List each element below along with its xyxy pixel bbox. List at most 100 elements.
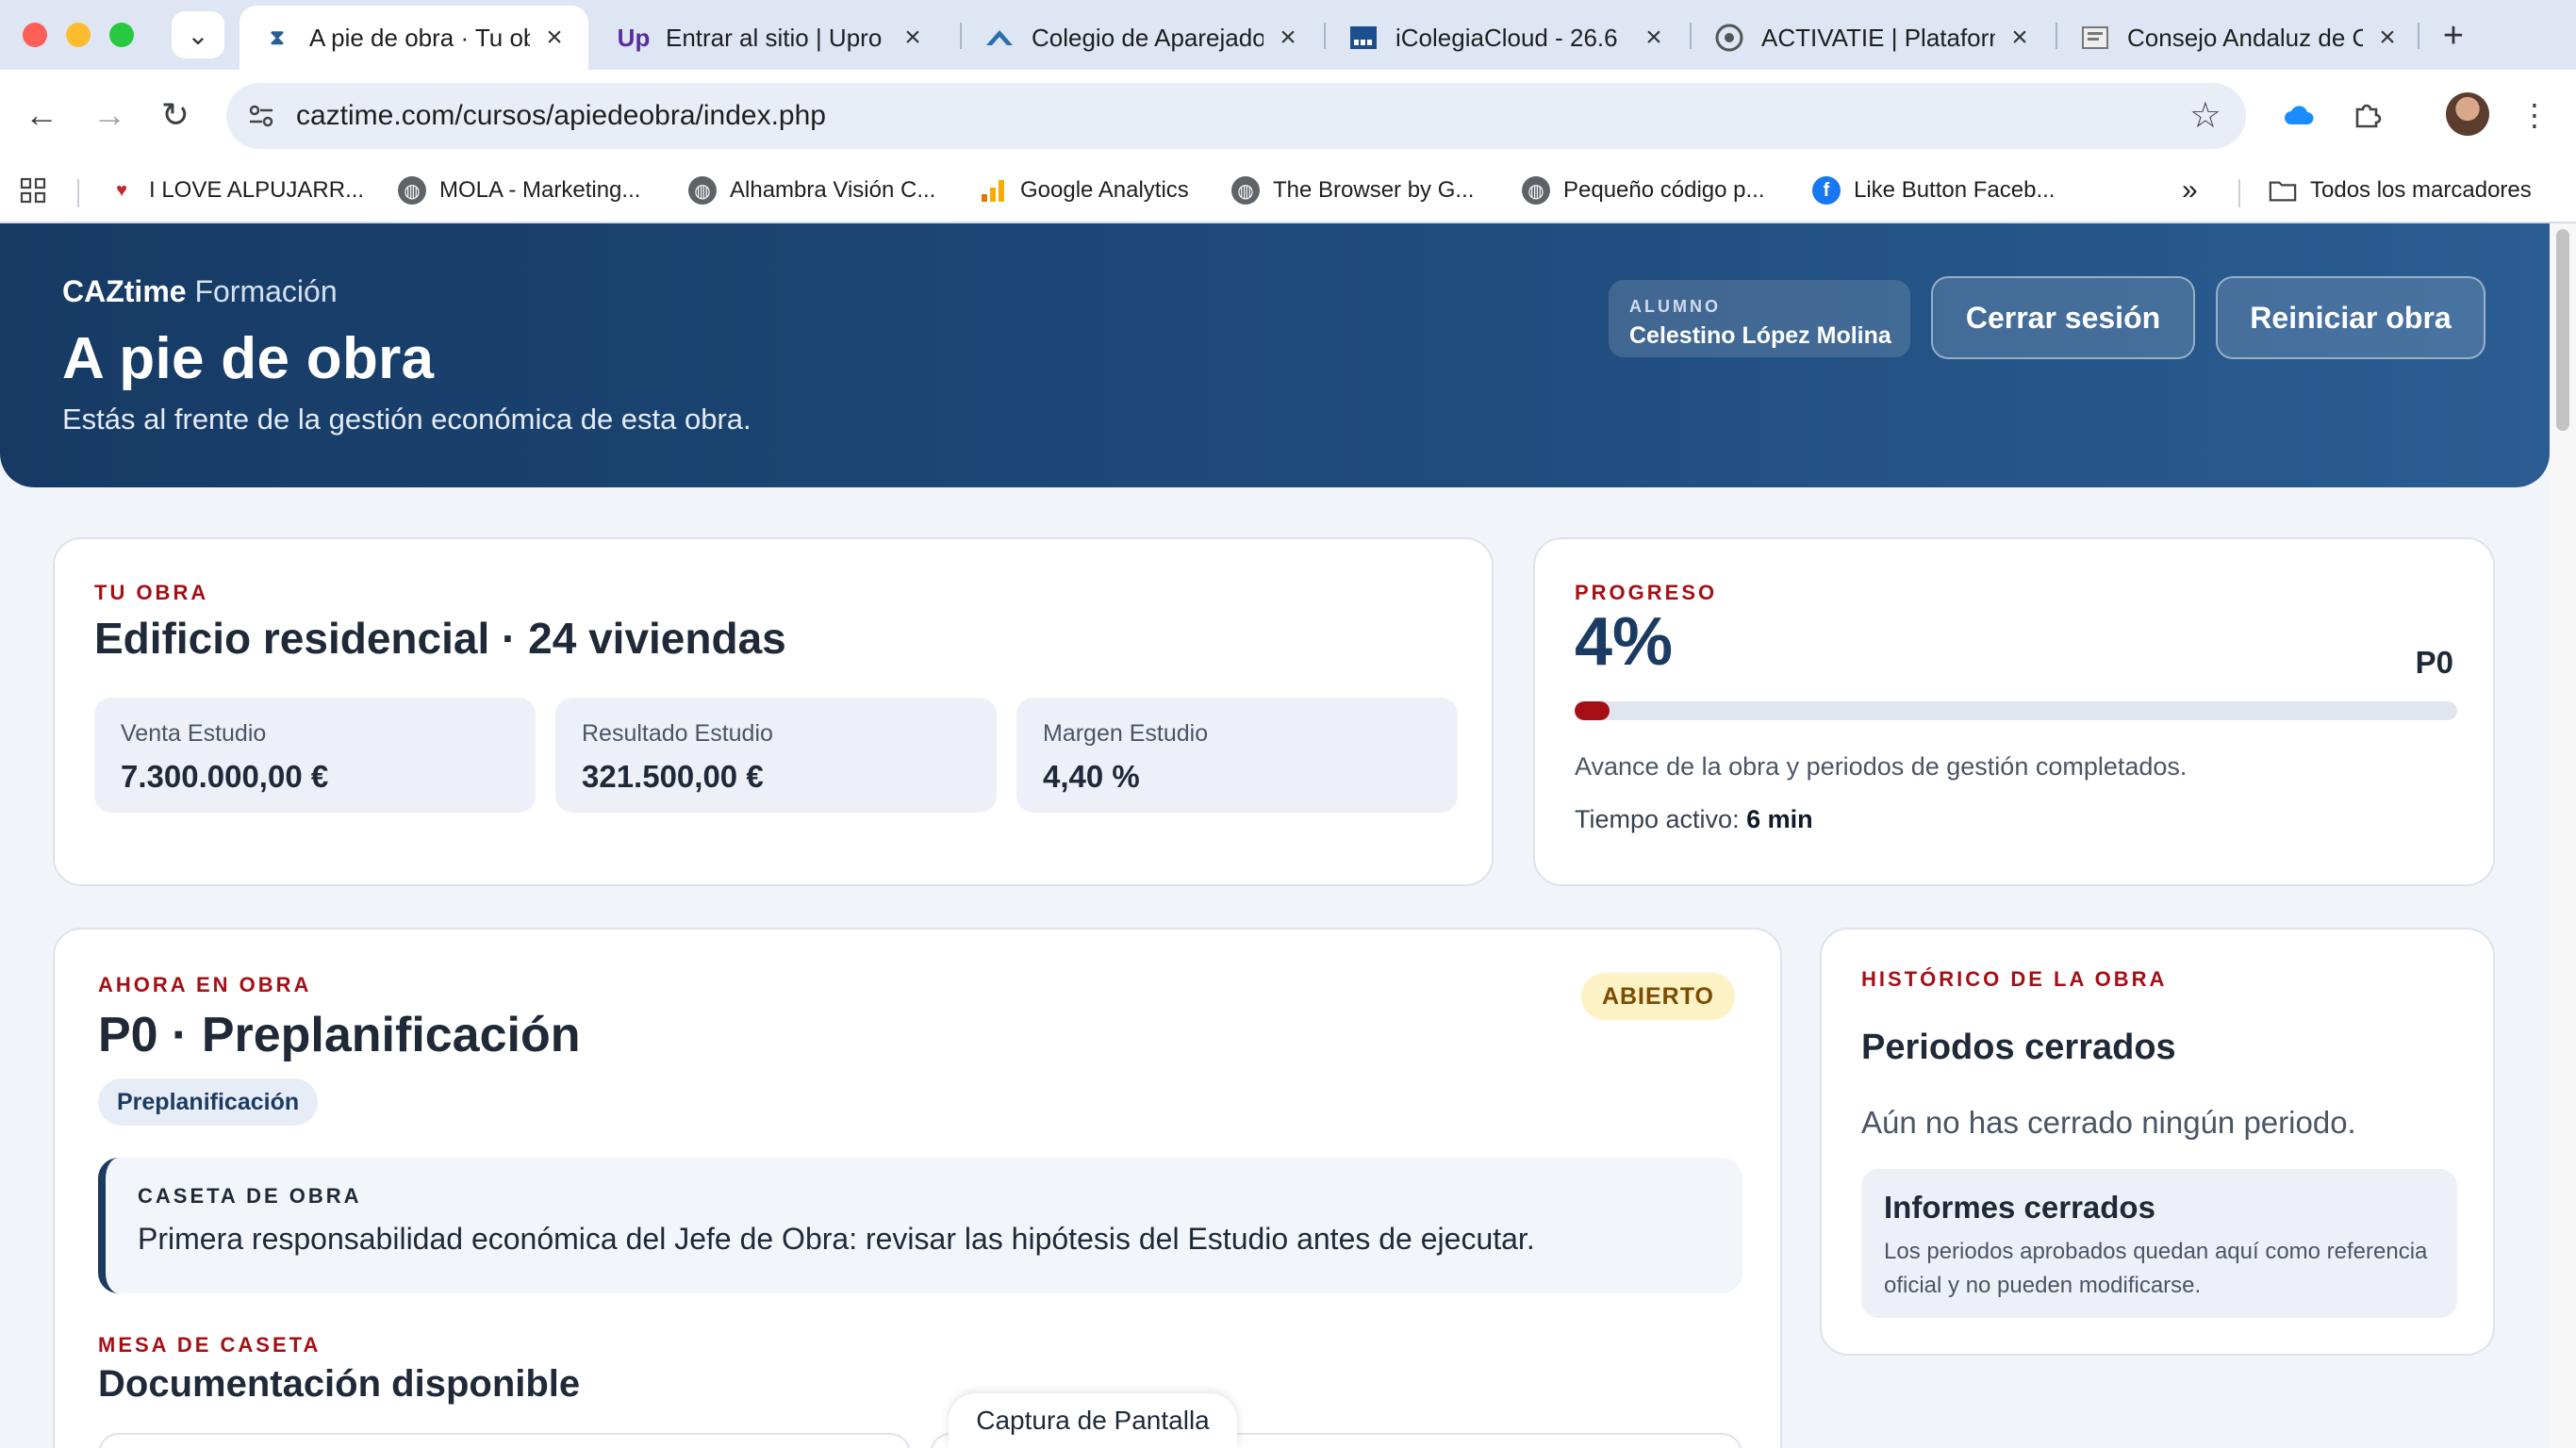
stat-venta: Venta Estudio 7.300.000,00 € — [94, 698, 536, 813]
tab-consejo[interactable]: Consejo Andaluz de Colegios × — [2057, 6, 2421, 70]
tab-title: Colegio de Aparejadores — [1032, 23, 1263, 52]
tab-title: Entrar al sitio | Upro — [666, 23, 883, 52]
forward-button[interactable]: → — [85, 90, 134, 140]
browser-menu-icon[interactable]: ⋮ — [2512, 92, 2557, 138]
facebook-icon: f — [1812, 176, 1841, 205]
progress-card: PROGRESO 4% P0 Avance de la obra y perio… — [1533, 537, 2495, 886]
bookmark-alpujarra[interactable]: ♥ I LOVE ALPUJARR... — [107, 172, 364, 209]
upro-favicon: Up — [617, 23, 651, 52]
stat-label: Venta Estudio — [121, 720, 267, 747]
site-settings-icon[interactable] — [243, 98, 279, 134]
bookmark-browser[interactable]: ◍ The Browser by G... — [1231, 172, 1474, 209]
all-bookmarks-label: Todos los marcadores — [2310, 177, 2532, 203]
chevron-down-icon: ⌄ — [187, 20, 209, 50]
all-bookmarks-button[interactable]: Todos los marcadores — [2269, 172, 2532, 209]
close-tab-icon[interactable]: × — [898, 22, 928, 53]
stat-value: 4,40 % — [1043, 759, 1140, 794]
progress-bar — [1575, 701, 2457, 720]
bookmark-separator — [2238, 179, 2240, 207]
caseta-note: CASETA DE OBRA Primera responsabilidad e… — [98, 1158, 1742, 1293]
bookmarks-overflow-icon[interactable]: » — [2182, 172, 2198, 209]
stat-resultado: Resultado Estudio 321.500,00 € — [555, 698, 997, 813]
bookmark-alhambra[interactable]: ◍ Alhambra Visión C... — [688, 172, 935, 209]
student-name: Celestino López Molina — [1629, 322, 1891, 349]
tab-activatie[interactable]: ACTIVATIE | Plataforma × — [1692, 6, 2054, 70]
stat-value: 321.500,00 € — [582, 759, 764, 794]
history-kicker: HISTÓRICO DE LA OBRA — [1861, 967, 2168, 991]
plus-icon: + — [2442, 15, 2465, 56]
note-kicker: CASETA DE OBRA — [138, 1184, 362, 1208]
bookmarks-bar: ♥ I LOVE ALPUJARR... ◍ MOLA - Marketing...… — [0, 160, 2576, 223]
close-tab-icon[interactable]: × — [1639, 22, 1669, 53]
address-bar[interactable]: caztime.com/cursos/apiedeobra/index.php … — [226, 83, 2246, 149]
logout-button[interactable]: Cerrar sesión — [1931, 276, 2195, 359]
page-scrollbar[interactable] — [2550, 223, 2576, 1448]
reload-button[interactable]: ↻ — [151, 90, 200, 140]
consejo-favicon — [2080, 23, 2110, 53]
stat-margen: Margen Estudio 4,40 % — [1016, 698, 1458, 813]
progress-percent: 4% — [1575, 604, 1674, 680]
globe-icon: ◍ — [1522, 176, 1550, 205]
extensions-puzzle-icon[interactable] — [2344, 92, 2389, 138]
page-title: A pie de obra — [62, 326, 435, 391]
brand-logo: CAZtime Formación — [62, 274, 338, 309]
bookmark-mola[interactable]: ◍ MOLA - Marketing... — [398, 172, 640, 209]
minimize-window-button[interactable] — [66, 23, 91, 47]
arrow-right-icon: → — [92, 95, 126, 134]
close-tab-icon[interactable]: × — [539, 22, 570, 53]
progress-description: Avance de la obra y periodos de gestión … — [1575, 752, 2188, 781]
bookmark-facebook[interactable]: f Like Button Faceb... — [1812, 172, 2055, 209]
close-tab-icon[interactable]: × — [2005, 22, 2035, 53]
bookmark-star-icon[interactable]: ☆ — [2189, 94, 2221, 137]
new-tab-button[interactable]: + — [2431, 13, 2476, 58]
status-badge: ABIERTO — [1580, 973, 1735, 1020]
obra-card: TU OBRA Edificio residencial · 24 vivien… — [53, 537, 1494, 886]
reload-icon: ↻ — [160, 95, 190, 134]
current-title: P0 · Preplanificación — [98, 1008, 581, 1062]
screenshot-capture-button[interactable]: Captura de Pantalla — [949, 1393, 1237, 1448]
tab-title: A pie de obra · Tu obra — [309, 23, 530, 52]
profile-avatar[interactable] — [2446, 92, 2489, 136]
tab-colegio[interactable]: Colegio de Aparejadores × — [962, 6, 1322, 70]
cloud-extension-icon[interactable] — [2276, 92, 2321, 138]
globe-icon: ◍ — [688, 176, 717, 205]
obra-title: Edificio residencial · 24 viviendas — [94, 614, 786, 663]
student-label: ALUMNO — [1629, 297, 1721, 316]
document-card[interactable] — [98, 1433, 911, 1448]
close-tab-icon[interactable]: × — [2372, 22, 2403, 53]
tab-strip: ⌄ ⧗ A pie de obra · Tu obra × Up Entrar … — [0, 0, 2576, 70]
current-period-card: AHORA EN OBRA P0 · Preplanificación ABIE… — [53, 928, 1782, 1448]
bookmark-codigo[interactable]: ◍ Pequeño código p... — [1522, 172, 1765, 209]
tab-upro[interactable]: Up Entrar al sitio | Upro × — [596, 6, 947, 70]
progress-period: P0 — [2415, 645, 2453, 680]
url-text[interactable]: caztime.com/cursos/apiedeobra/index.php — [296, 100, 826, 132]
icolegia-favicon — [1348, 23, 1379, 53]
scrollbar-thumb[interactable] — [2556, 229, 2569, 431]
bookmark-label: Like Button Faceb... — [1854, 177, 2056, 203]
stat-label: Margen Estudio — [1043, 720, 1209, 747]
history-empty-text: Aún no has cerrado ningún periodo. — [1861, 1105, 2356, 1140]
reset-obra-button[interactable]: Reiniciar obra — [2216, 276, 2485, 359]
closed-reports-box: Informes cerrados Los periodos aprobados… — [1861, 1169, 2457, 1318]
back-button[interactable]: ← — [17, 90, 66, 140]
tab-caztime[interactable]: ⧗ A pie de obra · Tu obra × — [239, 6, 588, 70]
bookmark-label: The Browser by G... — [1273, 177, 1475, 203]
page-subtitle: Estás al frente de la gestión económica … — [62, 403, 751, 436]
progress-bar-fill — [1575, 701, 1610, 720]
heart-favicon-icon: ♥ — [107, 176, 136, 205]
tab-title: Consejo Andaluz de Colegios — [2127, 23, 2363, 52]
caztime-favicon: ⧗ — [270, 25, 285, 49]
phase-chip: Preplanificación — [98, 1078, 319, 1126]
apps-grid-icon[interactable] — [19, 172, 47, 209]
close-tab-icon[interactable]: × — [1273, 22, 1303, 53]
activatie-favicon — [1714, 23, 1744, 53]
close-window-button[interactable] — [23, 23, 47, 47]
tab-search-button[interactable]: ⌄ — [172, 11, 224, 58]
history-card: HISTÓRICO DE LA OBRA Periodos cerrados A… — [1820, 928, 2495, 1356]
tab-icolegia[interactable]: iColegiaCloud - 26.6 × — [1326, 6, 1688, 70]
bookmark-analytics[interactable]: Google Analytics — [979, 172, 1189, 209]
maximize-window-button[interactable] — [109, 23, 134, 47]
current-kicker: AHORA EN OBRA — [98, 973, 312, 996]
page-header: CAZtime Formación A pie de obra Estás al… — [0, 223, 2550, 487]
globe-icon: ◍ — [1231, 176, 1260, 205]
